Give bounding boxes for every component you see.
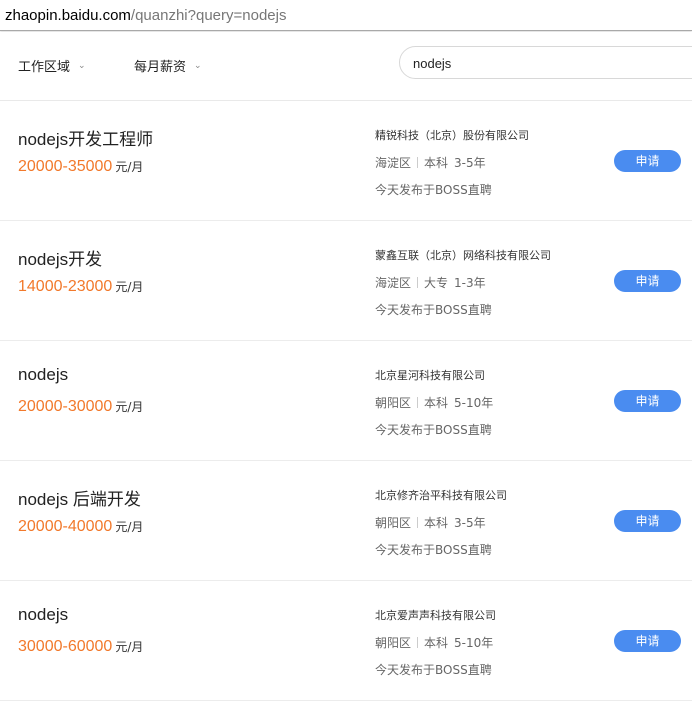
salary-unit: 元/月 (115, 520, 144, 534)
job-source: 今天发布于BOSS直聘 (375, 663, 492, 677)
salary-unit: 元/月 (115, 280, 144, 294)
address-bar[interactable]: zhaopin.baidu.com/quanzhi?query=nodejs (0, 0, 692, 31)
job-experience: 3-5年 (454, 516, 486, 530)
job-title[interactable]: nodejs (18, 365, 68, 385)
job-meta: 朝阳区 本科 3-5年 (375, 514, 486, 531)
url-host: zhaopin.baidu.com (5, 7, 131, 24)
apply-button[interactable]: 申请 (614, 390, 681, 412)
job-salary: 20000-35000 元/月 (18, 156, 143, 176)
job-salary: 20000-30000 元/月 (18, 396, 143, 416)
salary-filter-dropdown[interactable]: 每月薪资 ⌄ (134, 56, 202, 75)
job-title[interactable]: nodejs 后端开发 (18, 485, 141, 510)
job-education: 本科 (424, 516, 449, 530)
salary-range: 20000-30000 (18, 398, 113, 415)
job-district: 朝阳区 (375, 636, 412, 650)
divider (417, 157, 419, 168)
job-experience: 5-10年 (454, 636, 494, 650)
job-district: 朝阳区 (375, 516, 412, 530)
job-salary: 20000-40000 元/月 (18, 516, 143, 536)
job-card[interactable]: nodejs 后端开发 20000-40000 元/月 北京修齐治平科技有限公司 … (0, 461, 692, 581)
job-education: 大专 (424, 276, 449, 290)
job-experience: 5-10年 (454, 396, 494, 410)
area-filter-dropdown[interactable]: 工作区域 ⌄ (18, 56, 86, 75)
job-education: 本科 (424, 156, 449, 170)
company-name[interactable]: 北京星河科技有限公司 (375, 367, 485, 383)
divider (417, 397, 419, 408)
search-box (399, 46, 692, 79)
job-experience: 3-5年 (454, 156, 486, 170)
salary-range: 20000-40000 (18, 518, 113, 535)
job-meta: 朝阳区 本科 5-10年 (375, 634, 493, 651)
job-meta: 海淀区 大专 1-3年 (375, 274, 486, 291)
job-education: 本科 (424, 396, 449, 410)
salary-unit: 元/月 (115, 640, 144, 654)
company-name[interactable]: 北京修齐治平科技有限公司 (375, 487, 507, 503)
chevron-down-icon: ⌄ (78, 60, 86, 71)
job-card[interactable]: nodejs 20000-30000 元/月 北京星河科技有限公司 朝阳区 本科 … (0, 341, 692, 461)
job-district: 海淀区 (375, 156, 412, 170)
job-title[interactable]: nodejs (18, 605, 68, 625)
job-source: 今天发布于BOSS直聘 (375, 423, 492, 437)
filter-bar: 工作区域 ⌄ 每月薪资 ⌄ (0, 32, 692, 100)
salary-unit: 元/月 (115, 400, 144, 414)
job-district: 朝阳区 (375, 396, 412, 410)
salary-range: 20000-35000 (18, 158, 113, 175)
job-district: 海淀区 (375, 276, 412, 290)
divider (417, 277, 419, 288)
apply-button[interactable]: 申请 (614, 270, 681, 292)
chevron-down-icon: ⌄ (194, 60, 202, 71)
company-name[interactable]: 蒙鑫互联（北京）网络科技有限公司 (375, 247, 551, 263)
job-experience: 1-3年 (454, 276, 486, 290)
divider (417, 517, 419, 528)
job-salary: 30000-60000 元/月 (18, 636, 143, 656)
apply-button[interactable]: 申请 (614, 150, 681, 172)
job-list: nodejs开发工程师 20000-35000 元/月 精锐科技（北京）股份有限公… (0, 100, 692, 701)
url-path: /quanzhi?query=nodejs (130, 7, 287, 24)
job-card[interactable]: nodejs开发 14000-23000 元/月 蒙鑫互联（北京）网络科技有限公司… (0, 221, 692, 341)
job-education: 本科 (424, 636, 449, 650)
job-meta: 海淀区 本科 3-5年 (375, 154, 486, 171)
job-title[interactable]: nodejs开发 (18, 245, 102, 270)
salary-range: 30000-60000 (18, 638, 113, 655)
apply-button[interactable]: 申请 (614, 630, 681, 652)
salary-range: 14000-23000 (18, 278, 113, 295)
job-salary: 14000-23000 元/月 (18, 276, 143, 296)
apply-button[interactable]: 申请 (614, 510, 681, 532)
job-source: 今天发布于BOSS直聘 (375, 303, 492, 317)
job-title[interactable]: nodejs开发工程师 (18, 125, 153, 150)
salary-filter-label: 每月薪资 (134, 60, 187, 75)
job-source: 今天发布于BOSS直聘 (375, 543, 492, 557)
job-source: 今天发布于BOSS直聘 (375, 183, 492, 197)
salary-unit: 元/月 (115, 160, 144, 174)
company-name[interactable]: 北京爱声声科技有限公司 (375, 607, 496, 623)
job-card[interactable]: nodejs开发工程师 20000-35000 元/月 精锐科技（北京）股份有限公… (0, 101, 692, 221)
search-input[interactable] (413, 54, 673, 72)
job-card[interactable]: nodejs 30000-60000 元/月 北京爱声声科技有限公司 朝阳区 本科… (0, 581, 692, 701)
job-meta: 朝阳区 本科 5-10年 (375, 394, 493, 411)
company-name[interactable]: 精锐科技（北京）股份有限公司 (375, 127, 529, 143)
area-filter-label: 工作区域 (18, 60, 71, 75)
divider (417, 637, 419, 648)
